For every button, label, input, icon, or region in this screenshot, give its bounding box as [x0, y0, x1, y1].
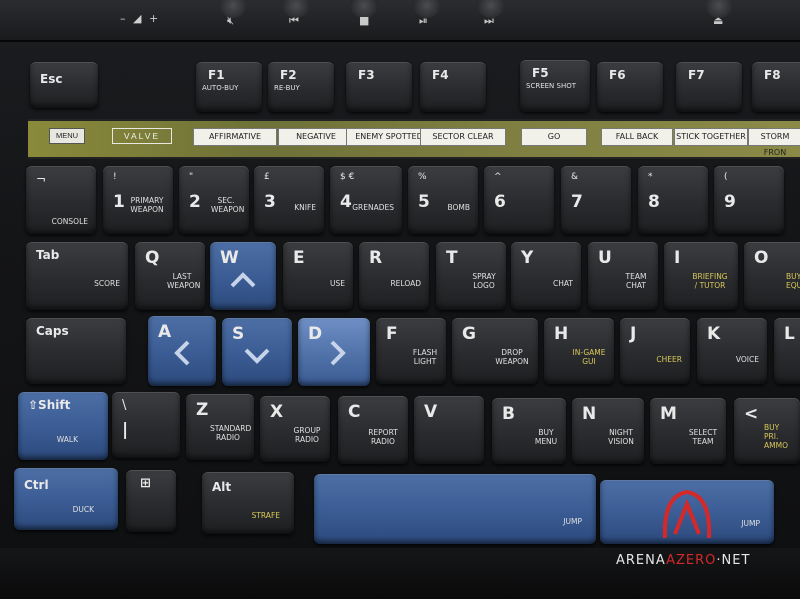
key-k[interactable]: K VOICE — [697, 318, 767, 384]
key-esc[interactable]: Esc — [30, 62, 98, 108]
eject-icon: ⏏ — [713, 14, 724, 27]
key-3[interactable]: £ 3 KNIFE — [254, 166, 324, 234]
key-f6[interactable]: F6 — [597, 62, 663, 112]
keyboard-photo: – ◢ + 🔇︎ ⏮ ■ ⏯ ⏭ ⏏ Esc F1 AUTO-BUY F2 RE-B… — [0, 0, 800, 599]
key-5[interactable]: % 5 BOMB — [408, 166, 478, 234]
key-f[interactable]: F FLASH LIGHT — [376, 318, 446, 384]
strafe-right-icon — [330, 340, 346, 366]
key-q[interactable]: Q LAST WEAPON — [135, 242, 205, 310]
panel-label-negative: NEGATIVE — [278, 128, 354, 146]
key-f3[interactable]: F3 — [346, 62, 412, 112]
key-i[interactable]: I BRIEFING / TUTOR — [664, 242, 738, 310]
key-backslash[interactable]: \ | — [112, 392, 180, 458]
key-x[interactable]: X GROUP RADIO — [260, 396, 330, 462]
key-r[interactable]: R RELOAD — [359, 242, 429, 310]
key-g[interactable]: G DROP WEAPON — [452, 318, 538, 384]
key-y[interactable]: Y CHAT — [511, 242, 581, 310]
key-t[interactable]: T SPRAY LOGO — [436, 242, 506, 310]
key-f8[interactable]: F8 — [752, 62, 800, 112]
mute-icon: 🔇︎ — [227, 14, 234, 27]
key-comma[interactable]: < BUY PRI. AMMO — [734, 398, 800, 464]
key-ctrl[interactable]: Ctrl DUCK — [14, 468, 118, 530]
key-7[interactable]: & 7 — [561, 166, 631, 234]
key-n[interactable]: N NIGHT VISION — [572, 398, 644, 464]
move-back-icon — [244, 348, 270, 364]
panel-menu-label: MENU — [49, 128, 85, 144]
key-f5[interactable]: F5 SCREEN SHOT — [520, 60, 590, 112]
play-pause-icon: ⏯ — [419, 14, 428, 27]
key-4[interactable]: $ € 4 GRENADES — [330, 166, 402, 234]
panel-label-storm-front: STORM FRON — [748, 128, 800, 157]
key-f2[interactable]: F2 RE-BUY — [268, 62, 334, 112]
key-shift[interactable]: ⇧Shift WALK — [18, 392, 108, 460]
key-a[interactable]: A — [148, 316, 216, 386]
key-space-left[interactable]: JUMP — [314, 474, 596, 544]
key-v[interactable]: V — [414, 396, 484, 464]
key-j[interactable]: J CHEER — [620, 318, 690, 384]
key-2[interactable]: " 2 SEC. WEAPON — [179, 166, 249, 234]
key-tab[interactable]: Tab SCORE — [26, 242, 128, 310]
panel-label-affirmative: AFFIRMATIVE — [193, 128, 277, 146]
stop-icon: ■ — [359, 14, 370, 27]
key-m[interactable]: M SELECT TEAM — [650, 398, 726, 464]
media-strip: – ◢ + 🔇︎ ⏮ ■ ⏯ ⏭ ⏏ — [0, 0, 800, 42]
key-s[interactable]: S — [222, 318, 292, 386]
key-9[interactable]: ( 9 — [714, 166, 784, 234]
next-track-icon: ⏭ — [484, 14, 494, 27]
key-c[interactable]: C REPORT RADIO — [338, 396, 408, 464]
key-o[interactable]: O BUY EQUIP — [744, 242, 800, 310]
arena-logo-icon — [662, 489, 712, 539]
key-alt[interactable]: Alt STRAFE — [202, 472, 294, 534]
key-8[interactable]: * 8 — [638, 166, 708, 234]
volume-label: – ◢ + — [120, 12, 161, 25]
strafe-left-icon — [174, 340, 190, 366]
key-b[interactable]: B BUY MENU — [492, 398, 566, 464]
key-h[interactable]: H IN-GAME GUI — [544, 318, 614, 384]
key-e[interactable]: E USE — [283, 242, 353, 310]
key-1[interactable]: ! 1 PRIMARY WEAPON — [103, 166, 173, 234]
panel-label-stick-together: STICK TOGETHER — [674, 128, 748, 146]
key-f1[interactable]: F1 AUTO-BUY — [196, 62, 262, 112]
key-l[interactable]: L — [774, 318, 800, 384]
windows-icon: ⊞ — [140, 476, 151, 491]
key-d[interactable]: D — [298, 318, 370, 386]
key-tilde[interactable]: ¬ CONSOLE — [26, 166, 96, 234]
key-f4[interactable]: F4 — [420, 62, 486, 112]
valve-logo: VALVE — [112, 128, 172, 144]
previous-track-icon: ⏮ — [289, 14, 299, 27]
panel-label-go: GO — [521, 128, 587, 146]
watermark: ARENAAZERO·NET — [616, 553, 751, 568]
key-w[interactable]: W — [210, 242, 276, 310]
move-forward-icon — [230, 272, 256, 288]
key-caps[interactable]: Caps — [26, 318, 126, 384]
key-f7[interactable]: F7 — [676, 62, 742, 112]
panel-label-sector-clear: SECTOR CLEAR — [420, 128, 506, 146]
panel-label-fall-back: FALL BACK — [601, 128, 673, 146]
key-u[interactable]: U TEAM CHAT — [588, 242, 658, 310]
key-z[interactable]: Z STANDARD RADIO — [186, 394, 254, 460]
key-windows[interactable]: ⊞ — [126, 470, 176, 532]
radio-command-panel: MENU VALVE AFFIRMATIVE NEGATIVE ENEMY SP… — [28, 119, 800, 159]
key-6[interactable]: ^ 6 — [484, 166, 554, 234]
